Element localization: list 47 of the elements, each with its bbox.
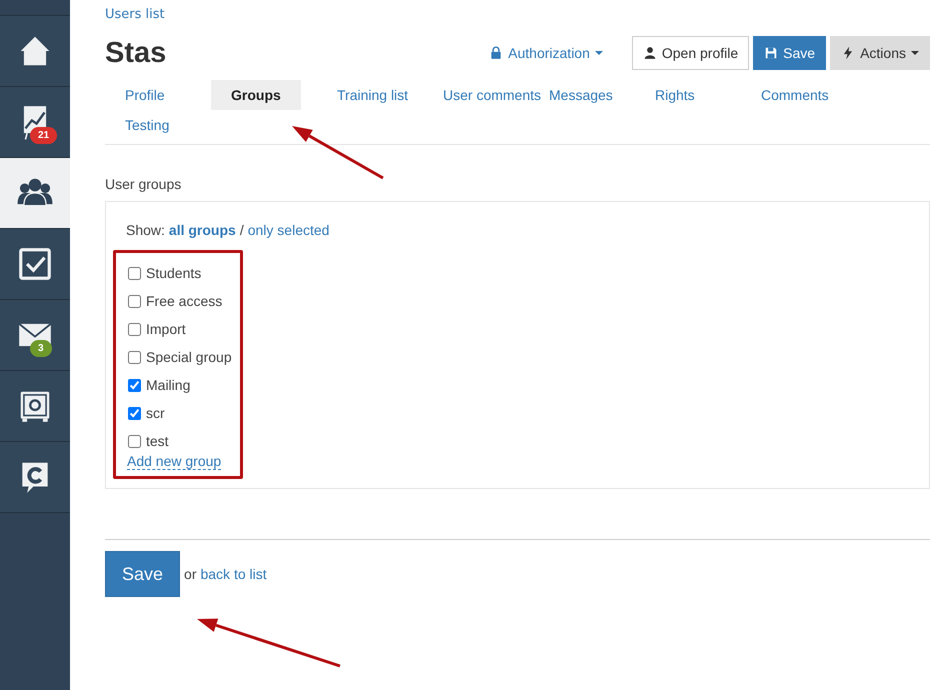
actions-dropdown[interactable]: Actions — [830, 36, 930, 70]
checkbox[interactable] — [128, 294, 141, 308]
tab[interactable]: Rights — [635, 80, 715, 110]
sidebar-item[interactable] — [0, 442, 70, 513]
checkbox-label: Mailing — [146, 377, 190, 393]
add-group-link[interactable]: Add new group — [127, 453, 222, 470]
back-link[interactable]: back to list — [200, 566, 267, 582]
page-title: Stas — [105, 36, 166, 70]
user-icon — [642, 46, 657, 60]
header-button[interactable]: Save — [753, 36, 826, 70]
header-button[interactable]: Open profile — [632, 36, 750, 70]
checkbox-label: Import — [146, 321, 186, 337]
checkbox[interactable] — [128, 266, 141, 280]
sidebar-item[interactable] — [0, 229, 70, 300]
count-badge: 3 — [30, 340, 52, 357]
sidebar-item[interactable]: 21 — [0, 87, 70, 158]
or-text: or — [184, 566, 196, 582]
checkbox-icon — [16, 245, 54, 283]
sidebar-item[interactable] — [0, 158, 70, 229]
tab[interactable]: Groups — [211, 80, 301, 110]
sidebar-item[interactable]: 3 — [0, 300, 70, 371]
checkbox[interactable] — [128, 322, 141, 336]
checkbox-label: test — [146, 433, 169, 449]
tab[interactable]: Profile — [105, 80, 185, 110]
show-label: Show: — [126, 222, 165, 238]
filter-link[interactable]: only selected — [248, 222, 330, 238]
separator-text: / — [240, 222, 244, 238]
checkbox-label: Special group — [146, 349, 232, 365]
sidebar-item[interactable] — [0, 371, 70, 442]
section-title: User groups — [105, 176, 182, 192]
tab[interactable]: Training list — [317, 80, 428, 110]
save-button[interactable]: Save — [105, 551, 180, 597]
breadcrumb-link[interactable]: Users list — [105, 7, 930, 22]
authorization-dropdown[interactable]: Authorization — [478, 36, 614, 70]
tab[interactable]: Testing — [105, 110, 190, 140]
lock-icon — [489, 46, 504, 60]
filter-link[interactable]: all groups — [168, 222, 236, 238]
count-badge: 21 — [30, 127, 58, 144]
checkbox[interactable] — [128, 378, 141, 392]
checkbox[interactable] — [128, 434, 141, 448]
sidebar-item[interactable] — [0, 16, 70, 87]
checkbox-label: Students — [146, 265, 202, 281]
checkbox[interactable] — [128, 406, 141, 420]
checkbox[interactable] — [128, 350, 141, 364]
checkbox-label: scr — [146, 405, 165, 421]
tab[interactable]: Comments — [741, 80, 849, 110]
checkbox-label: Free access — [146, 293, 222, 309]
